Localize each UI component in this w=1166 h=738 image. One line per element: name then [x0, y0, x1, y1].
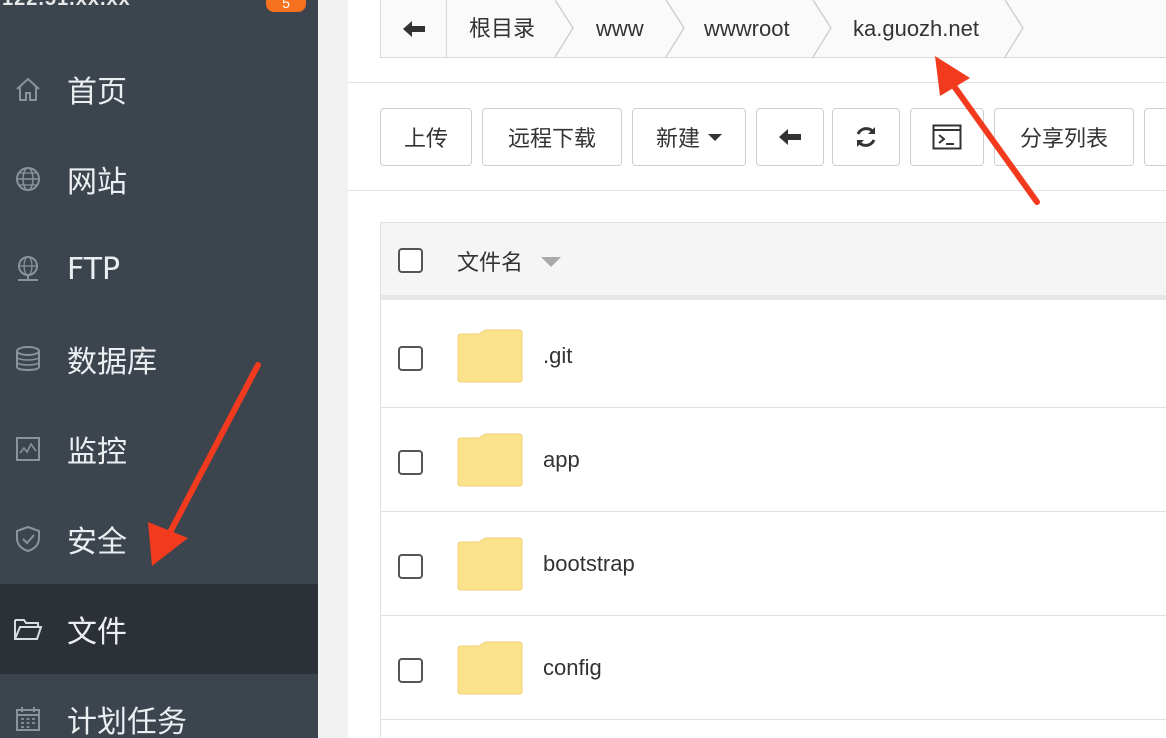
divider [348, 82, 1166, 83]
breadcrumb-item-www[interactable]: www [596, 0, 644, 57]
sidebar-item-home[interactable]: 首页 [0, 44, 318, 134]
sidebar-item-label: 监控 [67, 435, 127, 470]
arrow-left-icon [402, 20, 425, 37]
sidebar-item-ftp[interactable]: FTP [0, 224, 318, 314]
shield-icon [12, 523, 44, 555]
new-dropdown-button[interactable]: 新建 [632, 108, 746, 166]
row-checkbox[interactable] [398, 450, 423, 475]
sidebar-item-label: FTP [67, 251, 121, 287]
server-address: 122.51.xx.xx [2, 0, 131, 11]
sidebar-item-label: 数据库 [67, 345, 157, 380]
file-name[interactable]: bootstrap [543, 551, 635, 577]
ftp-icon [12, 253, 44, 285]
database-icon [12, 343, 44, 375]
folder-icon [457, 537, 523, 591]
file-table: 文件名 .git app bootstrap config [380, 222, 1166, 738]
breadcrumb: 根目录 www wwwroot ka.guozh.net [380, 0, 1166, 58]
arrow-left-icon [779, 129, 801, 145]
sidebar-item-label: 计划任务 [67, 705, 187, 738]
sidebar-item-security[interactable]: 安全 [0, 494, 318, 584]
breadcrumb-separator [665, 0, 685, 57]
row-checkbox[interactable] [398, 554, 423, 579]
file-name[interactable]: .git [543, 343, 572, 369]
select-all-checkbox[interactable] [398, 248, 423, 273]
file-manager-panel: 根目录 www wwwroot ka.guozh.net 上传 远程下载 新建 [348, 0, 1166, 738]
sidebar-item-database[interactable]: 数据库 [0, 314, 318, 404]
folder-icon [457, 433, 523, 487]
file-name[interactable]: config [543, 655, 602, 681]
globe-icon [12, 163, 44, 195]
refresh-icon [856, 127, 876, 147]
sidebar-item-website[interactable]: 网站 [0, 134, 318, 224]
breadcrumb-separator [812, 0, 832, 57]
go-back-button[interactable] [756, 108, 824, 166]
breadcrumb-item-root[interactable]: 根目录 [469, 0, 535, 57]
sidebar-item-label: 安全 [67, 525, 127, 560]
upload-button[interactable]: 上传 [380, 108, 472, 166]
new-label: 新建 [655, 127, 700, 152]
calendar-icon [12, 703, 44, 735]
table-row[interactable]: .git [381, 305, 1166, 408]
notification-badge[interactable]: 5 [266, 0, 306, 12]
table-row[interactable]: config [381, 617, 1166, 720]
row-checkbox[interactable] [398, 346, 423, 371]
sidebar-item-label: 网站 [67, 165, 127, 200]
table-row[interactable]: app [381, 409, 1166, 512]
sidebar-item-monitor[interactable]: 监控 [0, 404, 318, 494]
more-button[interactable] [1144, 108, 1166, 166]
sidebar: 122.51.xx.xx 5 首页 网站 FTP 数据库 [0, 0, 318, 738]
row-checkbox[interactable] [398, 658, 423, 683]
sidebar-item-files[interactable]: 文件 [0, 584, 318, 674]
back-button[interactable] [381, 0, 447, 57]
sidebar-header: 122.51.xx.xx 5 [0, 0, 318, 44]
upload-label: 上传 [403, 127, 448, 152]
sidebar-item-cron[interactable]: 计划任务 [0, 674, 318, 738]
sidebar-item-label: 文件 [67, 615, 127, 650]
refresh-button[interactable] [832, 108, 900, 166]
divider [348, 190, 1166, 191]
folder-icon [457, 641, 523, 695]
terminal-icon [932, 124, 962, 150]
column-header-filename[interactable]: 文件名 [457, 245, 523, 277]
breadcrumb-item-current[interactable]: ka.guozh.net [853, 0, 979, 57]
table-row[interactable]: bootstrap [381, 513, 1166, 616]
main-area: 根目录 www wwwroot ka.guozh.net 上传 远程下载 新建 [318, 0, 1166, 738]
breadcrumb-separator [554, 0, 574, 57]
sort-caret-icon[interactable] [541, 257, 561, 267]
home-icon [12, 73, 44, 105]
sidebar-item-label: 首页 [67, 75, 127, 110]
breadcrumb-item-wwwroot[interactable]: wwwroot [704, 0, 790, 57]
table-header: 文件名 [381, 223, 1166, 300]
folder-open-icon [12, 613, 44, 645]
breadcrumb-separator [1004, 0, 1024, 57]
terminal-button[interactable] [910, 108, 984, 166]
folder-icon [457, 329, 523, 383]
file-name[interactable]: app [543, 447, 580, 473]
monitor-icon [12, 433, 44, 465]
remote-download-label: 远程下载 [507, 127, 596, 152]
share-list-label: 分享列表 [1019, 127, 1108, 152]
share-list-button[interactable]: 分享列表 [994, 108, 1134, 166]
caret-down-icon [708, 133, 722, 141]
remote-download-button[interactable]: 远程下载 [482, 108, 622, 166]
